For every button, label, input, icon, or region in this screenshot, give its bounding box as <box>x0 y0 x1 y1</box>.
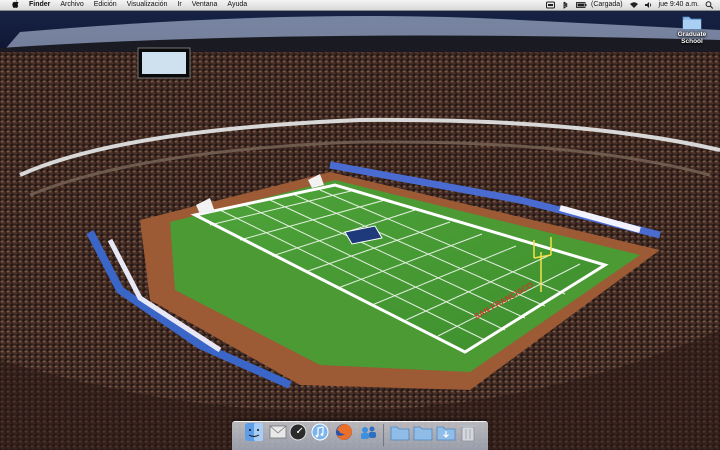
downloads-folder-icon[interactable] <box>436 422 456 444</box>
trash-icon[interactable] <box>458 422 478 444</box>
menu-ventana[interactable]: Ventana <box>192 0 218 10</box>
menu-ayuda[interactable]: Ayuda <box>227 0 247 10</box>
ichat-icon[interactable] <box>358 422 378 444</box>
itunes-icon[interactable] <box>310 422 330 444</box>
menu-clock[interactable]: jue 9:40 a.m. <box>659 0 699 10</box>
battery-icon[interactable] <box>576 1 587 9</box>
folder-label-line2: School <box>681 38 703 45</box>
time-machine-icon[interactable] <box>546 1 556 9</box>
spotlight-search-icon[interactable] <box>705 1 714 9</box>
menu-finder[interactable]: Finder <box>29 0 50 10</box>
menu-ir[interactable]: Ir <box>177 0 181 10</box>
menu-visualizacion[interactable]: Visualización <box>127 0 168 10</box>
mail-icon[interactable] <box>268 422 288 444</box>
graduate-school-folder[interactable]: Graduate School <box>672 14 712 45</box>
folder-label-line1: Graduate <box>677 31 707 38</box>
bluetooth-icon[interactable] <box>561 1 570 9</box>
stadium-wallpaper: SAN FRANCISCO <box>0 0 720 450</box>
menu-edicion[interactable]: Edición <box>94 0 117 10</box>
dashboard-icon[interactable] <box>288 422 308 444</box>
firefox-icon[interactable] <box>334 422 354 444</box>
battery-status-text[interactable]: (Cargada) <box>591 0 623 10</box>
dock-separator <box>383 424 384 446</box>
applications-folder-icon[interactable] <box>390 422 410 444</box>
dock <box>232 421 488 450</box>
wifi-icon[interactable] <box>629 1 638 9</box>
documents-folder-icon[interactable] <box>413 422 433 444</box>
apple-logo-icon[interactable] <box>10 0 20 11</box>
menu-extras: (Cargada) jue 9:40 a.m. <box>540 0 720 10</box>
menu-archivo[interactable]: Archivo <box>60 0 83 10</box>
finder-icon[interactable] <box>244 422 264 444</box>
volume-icon[interactable] <box>644 1 653 9</box>
menu-bar: Finder Archivo Edición Visualización Ir … <box>0 0 720 11</box>
folder-icon[interactable] <box>682 14 702 30</box>
